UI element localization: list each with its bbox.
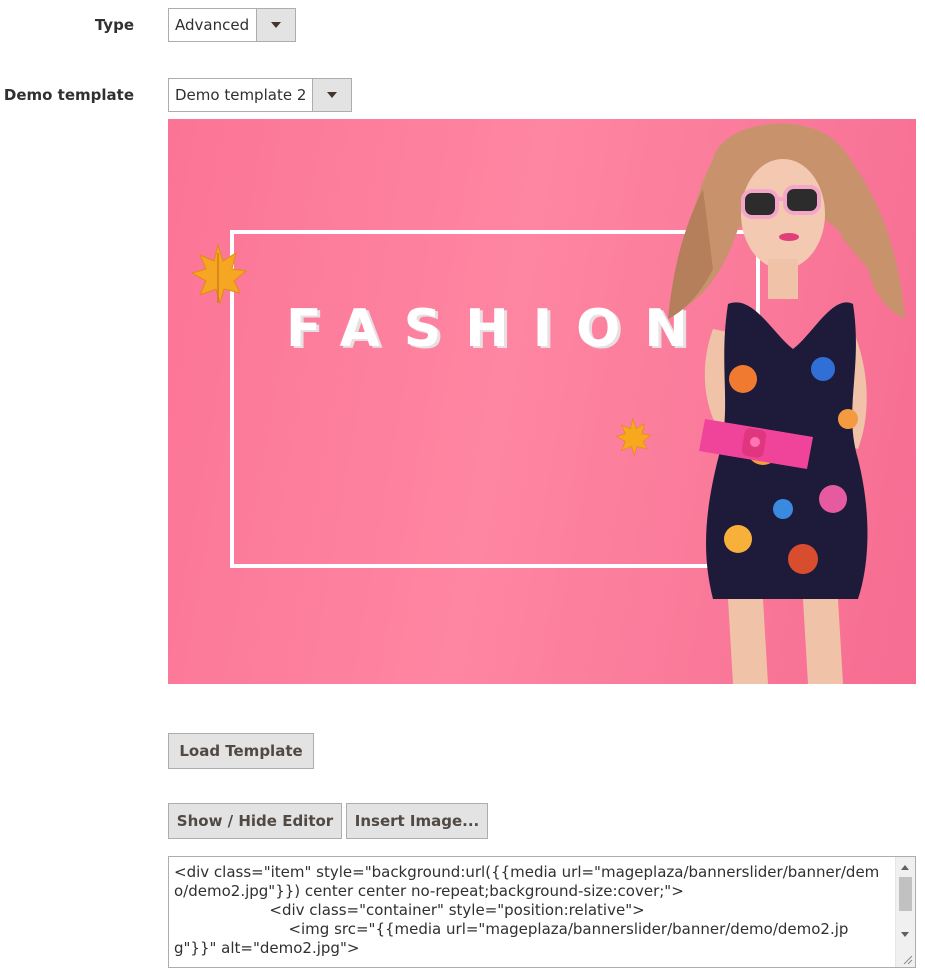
chevron-down-icon[interactable] — [312, 79, 351, 111]
editor-content: <div class="item" style="background:url(… — [174, 863, 880, 957]
scroll-down-icon[interactable] — [901, 932, 909, 937]
maple-leaf-icon — [190, 243, 248, 305]
show-hide-editor-button[interactable]: Show / Hide Editor — [168, 803, 342, 839]
scroll-up-icon[interactable] — [901, 865, 909, 870]
scrollbar-thumb[interactable] — [899, 877, 912, 911]
chevron-down-icon[interactable] — [256, 9, 295, 41]
demo-template-label: Demo template — [3, 86, 134, 104]
type-select-value: Advanced — [175, 16, 250, 34]
demo-template-select[interactable]: Demo template 2 — [168, 78, 352, 112]
content-editor-textarea[interactable]: <div class="item" style="background:url(… — [168, 856, 916, 968]
template-preview-image: FASHION — [168, 119, 916, 684]
resize-grip-icon[interactable] — [903, 955, 913, 965]
type-label: Type — [94, 16, 134, 34]
demo-template-select-value: Demo template 2 — [175, 86, 307, 104]
editor-scrollbar[interactable] — [895, 857, 915, 967]
type-select[interactable]: Advanced — [168, 8, 296, 42]
page: Type Advanced Demo template Demo templat… — [0, 0, 925, 976]
fashion-model-figure — [668, 123, 905, 684]
load-template-button[interactable]: Load Template — [168, 733, 314, 769]
insert-image-button[interactable]: Insert Image... — [346, 803, 488, 839]
